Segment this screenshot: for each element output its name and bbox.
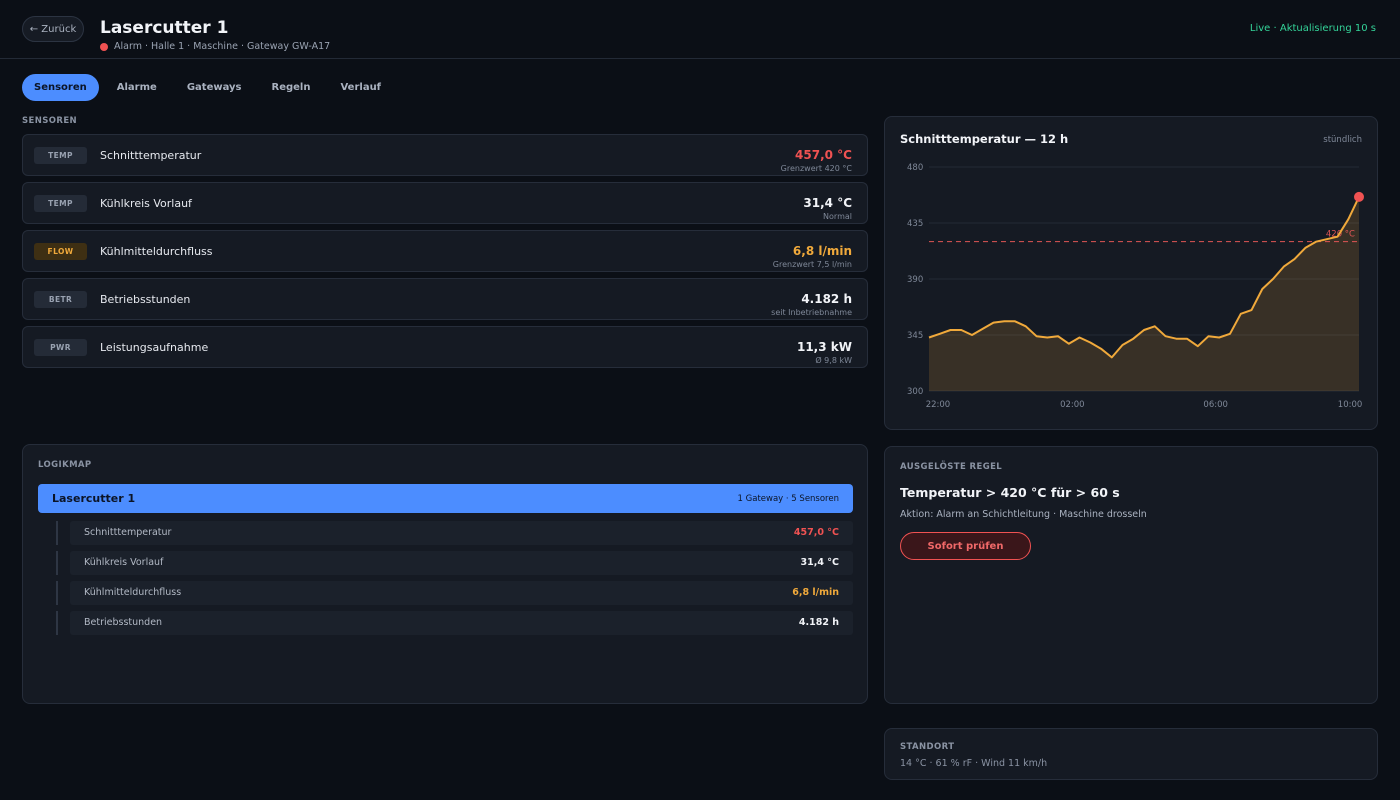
y-tick-label: 345: [907, 331, 923, 341]
temperature-chart-panel: Schnitttemperatur — 12 h stündlich 300 34…: [884, 116, 1378, 430]
sensor-row-betriebsstunden[interactable]: BETR Betriebsstunden 4.182 h seit Inbetr…: [22, 278, 868, 320]
sensor-name: Leistungsaufnahme: [100, 341, 209, 354]
live-status: Live · Aktualisierung 10 s: [1249, 23, 1376, 34]
tab-alarme[interactable]: Alarme: [105, 74, 169, 101]
sensor-name: Kühlmitteldurchfluss: [100, 245, 213, 258]
sensor-note: Grenzwert 420 °C: [780, 164, 852, 173]
header: ← Zurück Lasercutter 1 Alarm · Halle 1 ·…: [0, 0, 1400, 59]
breadcrumb: Alarm · Halle 1 · Maschine · Gateway GW-…: [100, 41, 330, 52]
sensor-note: Ø 9,8 kW: [815, 356, 852, 365]
sensor-tag: FLOW: [34, 243, 87, 260]
rule-title: Temperatur > 420 °C für > 60 s: [900, 485, 1120, 500]
temperature-chart: 30034539043548022:00 02:00 06:00 10:00420 °…: [907, 163, 1364, 410]
logicmap-sensor-node[interactable]: Betriebsstunden 4.182 h: [70, 611, 853, 635]
tree-connector: [56, 581, 58, 605]
logicmap-sensor-item: Schnitttemperatur 457,0 °C: [56, 521, 853, 545]
back-button[interactable]: ← Zurück: [22, 16, 84, 42]
logicmap-sensor-value: 457,0 °C: [793, 527, 839, 538]
sensor-row-leistungsaufnahme[interactable]: PWR Leistungsaufnahme 11,3 kW Ø 9,8 kW: [22, 326, 868, 368]
logicmap-sensor-value: 31,4 °C: [800, 557, 839, 568]
sensors-section-label: SENSOREN: [22, 116, 78, 126]
series-area: [929, 196, 1359, 391]
tree-connector: [56, 551, 58, 575]
tab-bar: Sensoren Alarme Gateways Regeln Verlauf: [22, 74, 399, 101]
sensor-tag: TEMP: [34, 195, 87, 212]
y-tick-label: 390: [907, 275, 923, 285]
logicmap-sensor-name: Kühlkreis Vorlauf: [84, 557, 164, 568]
alarm-status-dot-icon: [100, 42, 108, 51]
sensor-value: 11,3 kW: [796, 340, 852, 354]
location-panel: STANDORT 14 °C · 61 % rF · Wind 11 km/h: [884, 728, 1378, 780]
x-tick-label: 06:00: [1203, 400, 1228, 410]
x-tick-label: 22:00: [926, 400, 951, 410]
sensor-list: TEMP Schnitttemperatur 457,0 °C Grenzwer…: [22, 134, 868, 374]
logicmap-sensor-item: Kühlkreis Vorlauf 31,4 °C: [56, 551, 853, 575]
sensor-row-schnitttemperatur[interactable]: TEMP Schnitttemperatur 457,0 °C Grenzwer…: [22, 134, 868, 176]
logicmap-sensor-node[interactable]: Kühlkreis Vorlauf 31,4 °C: [70, 551, 853, 575]
logicmap-panel: LOGIKMAP Lasercutter 1 1 Gateway · 5 Sen…: [22, 444, 868, 704]
logicmap-machine-node[interactable]: Lasercutter 1 1 Gateway · 5 Sensoren: [38, 484, 853, 513]
tab-regeln[interactable]: Regeln: [260, 74, 323, 101]
logicmap-sensor-node[interactable]: Schnitttemperatur 457,0 °C: [70, 521, 853, 545]
sensor-value: 31,4 °C: [803, 196, 852, 210]
page-title: Lasercutter 1: [100, 18, 229, 38]
sensor-note: Normal: [823, 212, 852, 221]
check-now-button[interactable]: Sofort prüfen: [900, 532, 1031, 560]
breadcrumb-text: Alarm · Halle 1 · Maschine · Gateway GW-…: [114, 41, 331, 52]
sensor-tag: BETR: [34, 291, 87, 308]
sensor-name: Kühlkreis Vorlauf: [100, 197, 192, 210]
x-tick-label: 02:00: [1060, 400, 1085, 410]
logicmap-sensor-item: Kühlmitteldurchfluss 6,8 l/min: [56, 581, 853, 605]
tab-sensoren[interactable]: Sensoren: [22, 74, 99, 101]
y-tick-label: 300: [907, 387, 923, 397]
sensor-value: 4.182 h: [801, 292, 852, 306]
sensor-row-kuehlkreis-vorlauf[interactable]: TEMP Kühlkreis Vorlauf 31,4 °C Normal: [22, 182, 868, 224]
sensor-value: 6,8 l/min: [792, 244, 852, 258]
y-tick-label: 480: [907, 163, 923, 173]
sensor-value: 457,0 °C: [795, 148, 852, 162]
sensor-tag: TEMP: [34, 147, 87, 164]
logicmap-sensor-name: Betriebsstunden: [84, 617, 163, 628]
tab-verlauf[interactable]: Verlauf: [328, 74, 393, 101]
logicmap-machine-meta: 1 Gateway · 5 Sensoren: [737, 494, 839, 504]
logicmap-section-label: LOGIKMAP: [38, 460, 92, 470]
current-value-point: [1354, 191, 1364, 202]
logicmap-sensor-name: Kühlmitteldurchfluss: [84, 587, 182, 598]
location-section-label: STANDORT: [900, 742, 955, 752]
logicmap-sensor-value: 4.182 h: [798, 617, 839, 628]
sensor-name: Schnitttemperatur: [100, 149, 202, 162]
rule-section-label: AUSGELÖSTE REGEL: [900, 462, 1003, 472]
y-tick-label: 435: [907, 219, 923, 229]
logicmap-machine-name: Lasercutter 1: [52, 492, 136, 505]
triggered-rule-panel: AUSGELÖSTE REGEL Temperatur > 420 °C für…: [884, 446, 1378, 704]
logicmap-sensor-list: Schnitttemperatur 457,0 °C Kühlkreis Vor…: [56, 521, 853, 641]
x-tick-label: 10:00: [1338, 400, 1363, 410]
sensor-note: Grenzwert 7,5 l/min: [772, 260, 852, 269]
sensor-row-kuehlmitteldurchfluss[interactable]: FLOW Kühlmitteldurchfluss 6,8 l/min Gren…: [22, 230, 868, 272]
tree-connector: [56, 521, 58, 545]
tab-gateways[interactable]: Gateways: [175, 74, 254, 101]
sensor-name: Betriebsstunden: [100, 293, 191, 306]
location-weather: 14 °C · 61 % rF · Wind 11 km/h: [900, 758, 1048, 769]
sensor-note: seit Inbetriebnahme: [771, 308, 852, 317]
rule-action: Aktion: Alarm an Schichtleitung · Maschi…: [900, 509, 1147, 520]
logicmap-sensor-item: Betriebsstunden 4.182 h: [56, 611, 853, 635]
logicmap-sensor-node[interactable]: Kühlmitteldurchfluss 6,8 l/min: [70, 581, 853, 605]
tree-connector: [56, 611, 58, 635]
logicmap-sensor-value: 6,8 l/min: [792, 587, 839, 598]
sensor-tag: PWR: [34, 339, 87, 356]
logicmap-sensor-name: Schnitttemperatur: [84, 527, 172, 538]
